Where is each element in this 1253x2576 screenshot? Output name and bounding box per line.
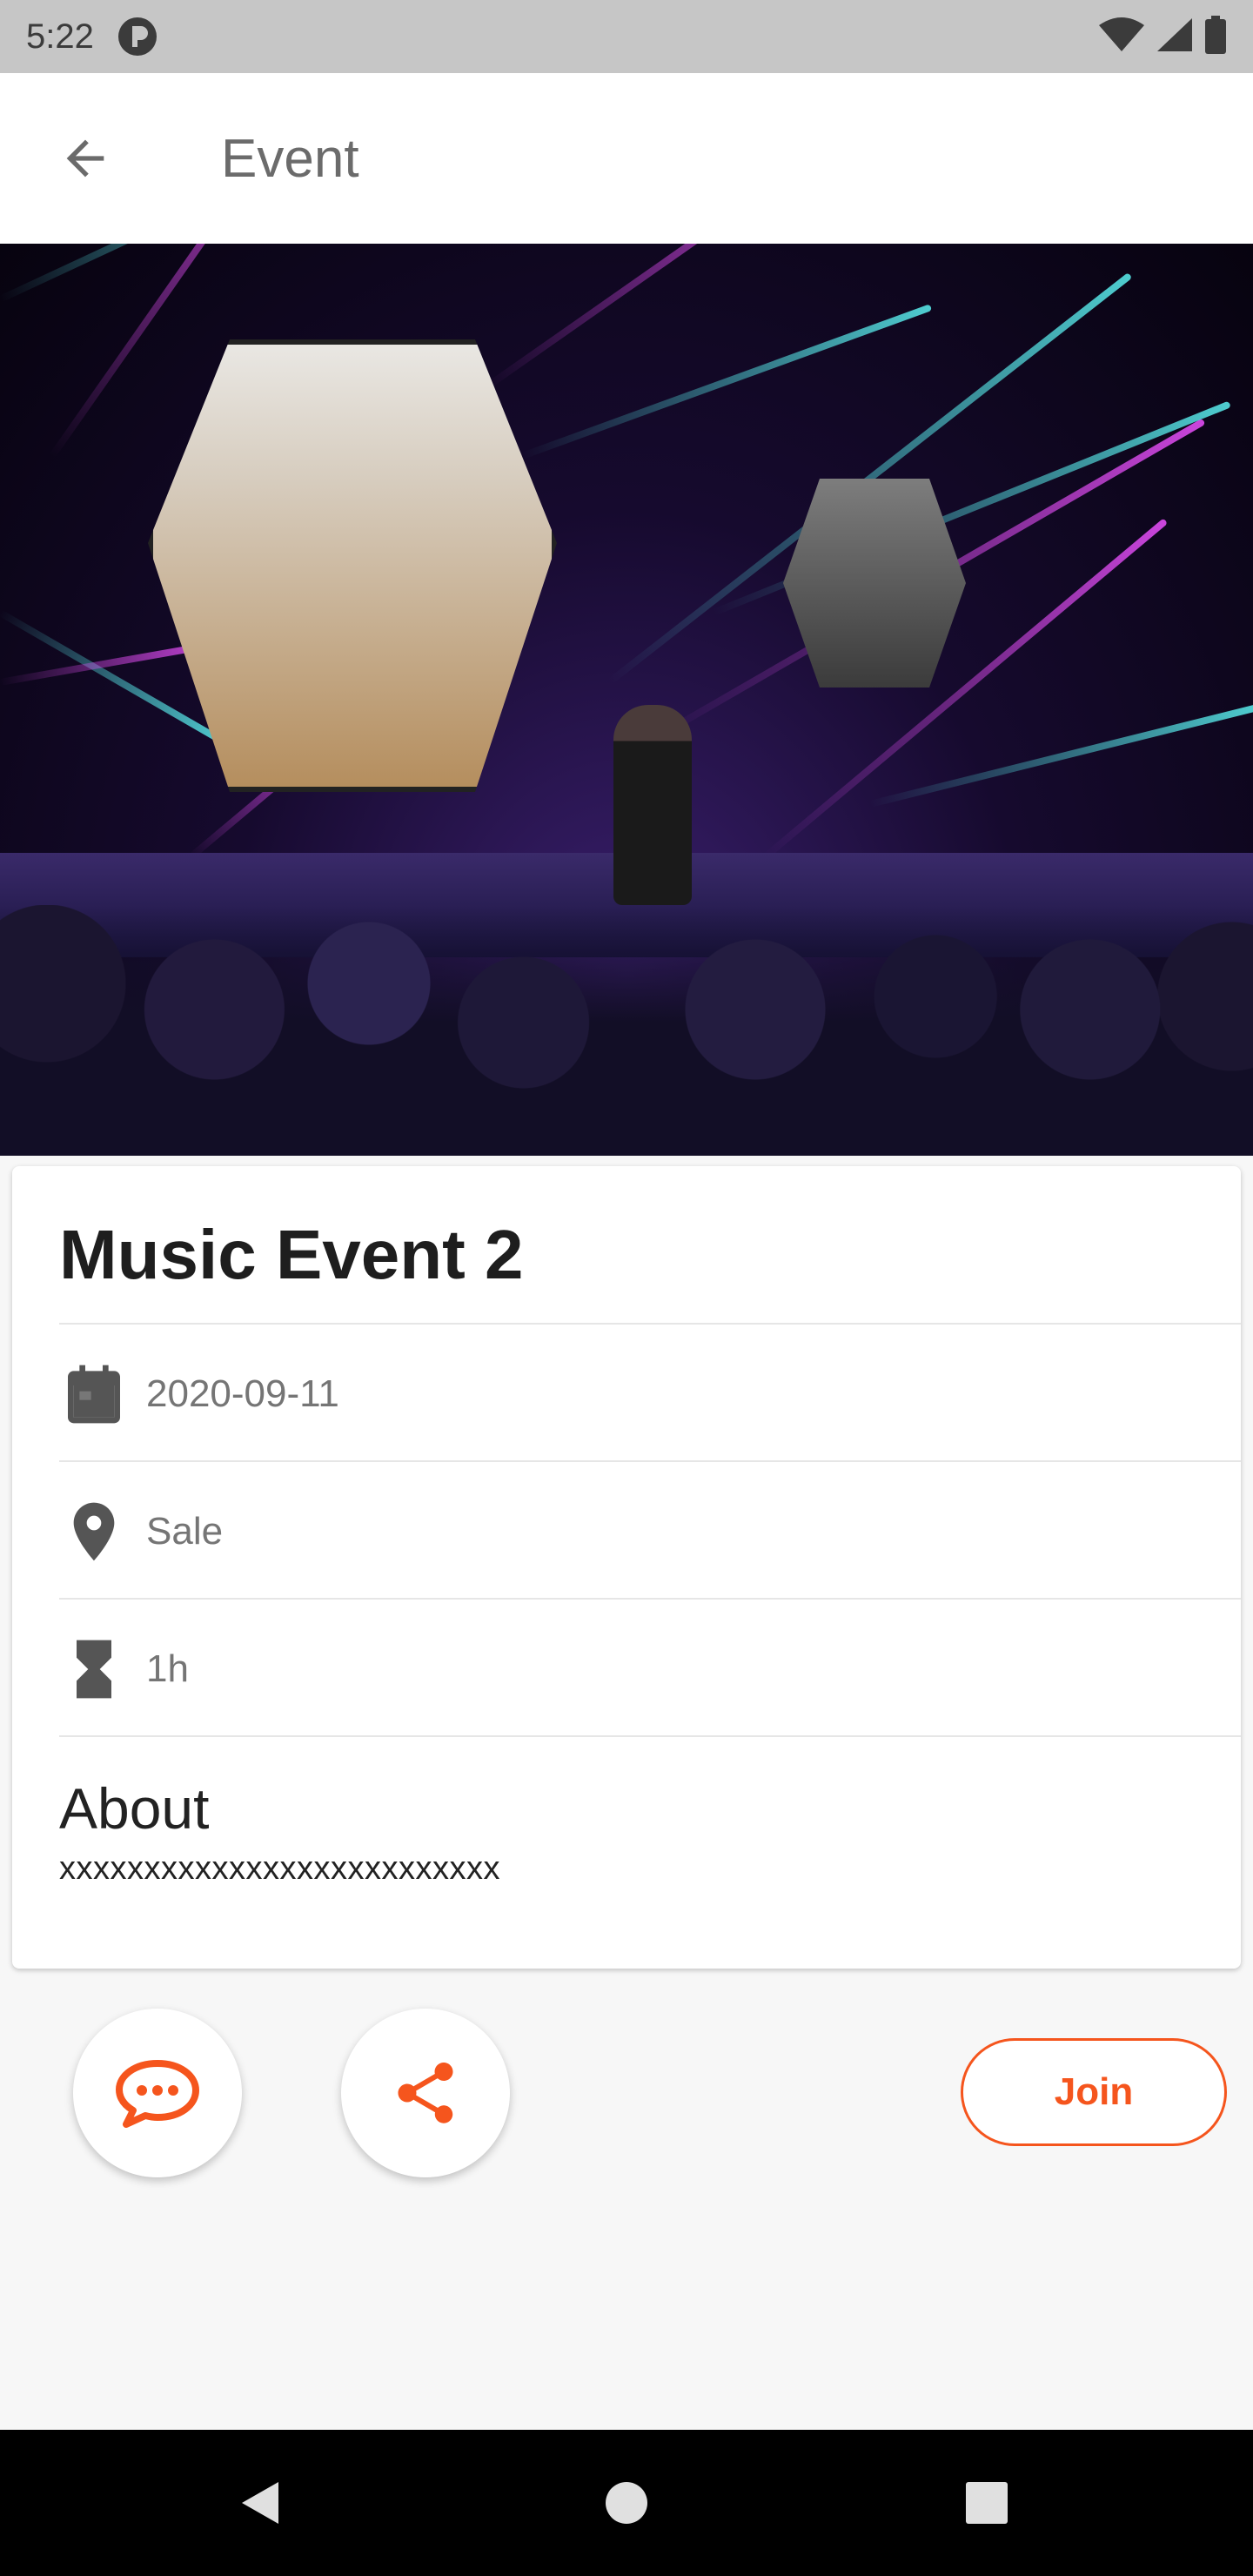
chat-button[interactable] — [73, 2009, 242, 2177]
event-title: Music Event 2 — [59, 1216, 524, 1293]
event-card: Music Event 2 2020-09-11 Sale 1h About x… — [12, 1166, 1241, 1969]
nav-home-icon — [606, 2482, 647, 2524]
signal-icon — [1156, 17, 1194, 57]
nav-back-icon — [242, 2482, 278, 2524]
system-nav-bar — [0, 2430, 1253, 2576]
arrow-back-icon — [66, 139, 104, 178]
join-button[interactable]: Join — [961, 2038, 1227, 2146]
wifi-icon — [1098, 17, 1145, 57]
chat-bubble-icon — [116, 2060, 199, 2128]
divider — [59, 1598, 1241, 1600]
event-image — [0, 244, 1253, 1156]
back-button[interactable] — [33, 106, 137, 211]
nav-recents-button[interactable] — [943, 2459, 1030, 2546]
status-time: 5:22 — [26, 17, 94, 56]
duration-row: 1h — [59, 1601, 1241, 1737]
divider — [59, 1735, 1241, 1737]
app-indicator-icon — [117, 16, 158, 57]
about-heading: About — [59, 1776, 210, 1841]
status-bar: 5:22 — [0, 0, 1253, 73]
hourglass-icon — [59, 1634, 129, 1704]
nav-home-button[interactable] — [583, 2459, 670, 2546]
divider — [59, 1460, 1241, 1462]
event-duration: 1h — [146, 1647, 189, 1690]
location-pin-icon — [59, 1497, 129, 1566]
battery-icon — [1204, 16, 1227, 57]
nav-recents-icon — [966, 2482, 1008, 2524]
event-date: 2020-09-11 — [146, 1372, 339, 1415]
share-button[interactable] — [341, 2009, 510, 2177]
date-row: 2020-09-11 — [59, 1326, 1241, 1462]
divider — [59, 1323, 1241, 1325]
page-title: Event — [221, 128, 359, 189]
nav-back-button[interactable] — [218, 2459, 305, 2546]
calendar-icon — [59, 1359, 129, 1429]
app-bar: Event — [0, 73, 1253, 244]
location-row: Sale — [59, 1464, 1241, 1600]
event-location: Sale — [146, 1510, 224, 1553]
about-text: xxxxxxxxxxxxxxxxxxxxxxxxxx — [59, 1850, 500, 1887]
share-icon — [398, 2063, 453, 2123]
